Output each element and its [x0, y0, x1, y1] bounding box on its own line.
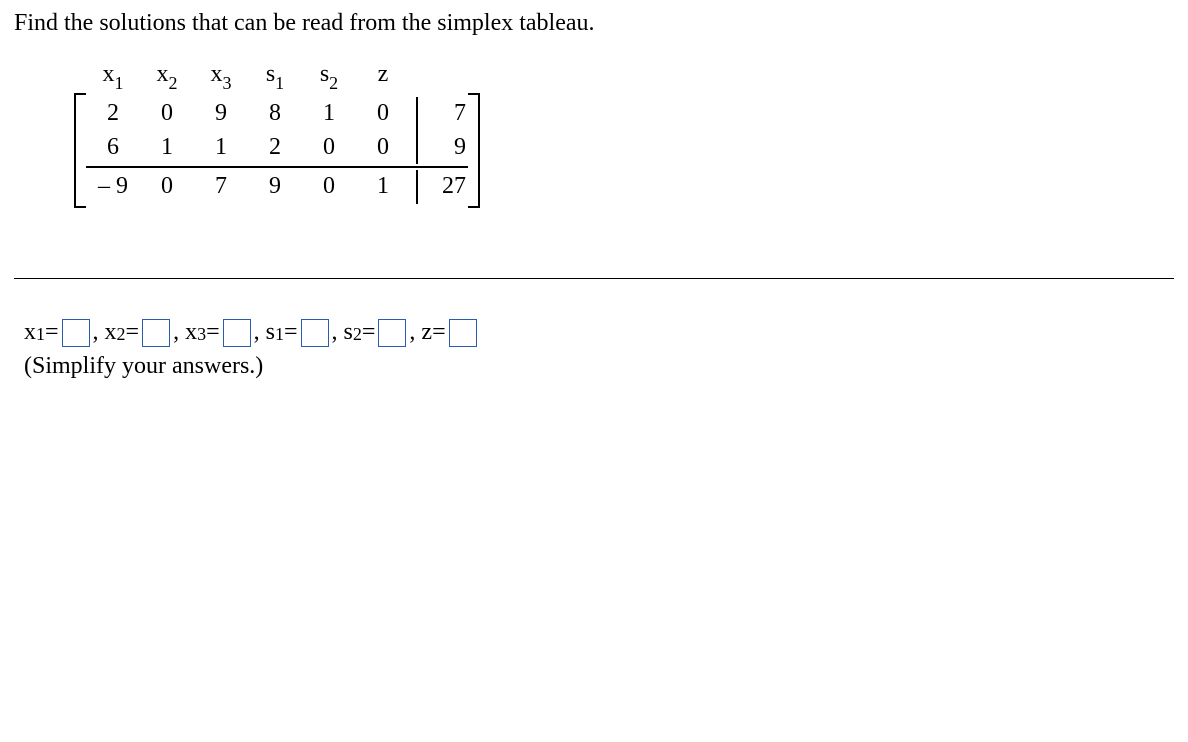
instruction-text: Find the solutions that can be read from…: [14, 10, 1174, 37]
cell: 0: [356, 97, 410, 131]
header-x3: x3: [194, 59, 248, 93]
cell: 1: [356, 170, 410, 204]
cell-rhs: 27: [424, 170, 468, 204]
answer-x2: x2 = ,: [105, 319, 180, 347]
section-divider: [14, 278, 1174, 279]
cell-rhs: 7: [424, 97, 468, 131]
table-row: – 9 0 7 9 0 1 27: [86, 170, 468, 204]
tableau-headers: x1 x2 x3 s1 s2 z: [86, 59, 480, 93]
answer-input-x2[interactable]: [142, 319, 170, 347]
cell: 2: [248, 131, 302, 165]
cell: 9: [194, 97, 248, 131]
cell: 1: [140, 131, 194, 165]
vertical-divider: [416, 170, 418, 204]
vertical-divider: [416, 97, 418, 131]
table-row: 6 1 1 2 0 0 9: [86, 131, 468, 165]
answer-x1: x1 = ,: [24, 319, 99, 347]
answer-s2: s2 = ,: [344, 319, 416, 347]
header-z: z: [356, 59, 410, 93]
header-x2: x2: [140, 59, 194, 93]
answer-s1: s1 = ,: [266, 319, 338, 347]
cell: – 9: [86, 170, 140, 204]
bracket-right: [468, 93, 480, 208]
cell-rhs: 9: [424, 131, 468, 165]
cell: 0: [140, 97, 194, 131]
answer-input-s1[interactable]: [301, 319, 329, 347]
cell: 0: [302, 131, 356, 165]
table-row: 2 0 9 8 1 0 7: [86, 97, 468, 131]
answer-input-s2[interactable]: [378, 319, 406, 347]
header-x1: x1: [86, 59, 140, 93]
answer-z: z =: [421, 319, 479, 347]
answer-line: x1 = , x2 = , x3 = , s1 = , s2 = , z =: [24, 319, 1174, 347]
answer-x3: x3 = ,: [185, 319, 260, 347]
simplify-note: (Simplify your answers.): [24, 353, 1174, 380]
cell: 9: [248, 170, 302, 204]
header-s2: s2: [302, 59, 356, 93]
answer-input-x1[interactable]: [62, 319, 90, 347]
cell: 6: [86, 131, 140, 165]
horizontal-divider: [86, 166, 468, 168]
cell: 1: [302, 97, 356, 131]
cell: 1: [194, 131, 248, 165]
cell: 0: [140, 170, 194, 204]
answer-input-z[interactable]: [449, 319, 477, 347]
cell: 0: [356, 131, 410, 165]
cell: 0: [302, 170, 356, 204]
cell: 2: [86, 97, 140, 131]
header-s1: s1: [248, 59, 302, 93]
cell: 8: [248, 97, 302, 131]
cell: 7: [194, 170, 248, 204]
answer-input-x3[interactable]: [223, 319, 251, 347]
vertical-divider: [416, 131, 418, 165]
bracket-left: [74, 93, 86, 208]
simplex-tableau: x1 x2 x3 s1 s2 z 2: [74, 59, 480, 208]
